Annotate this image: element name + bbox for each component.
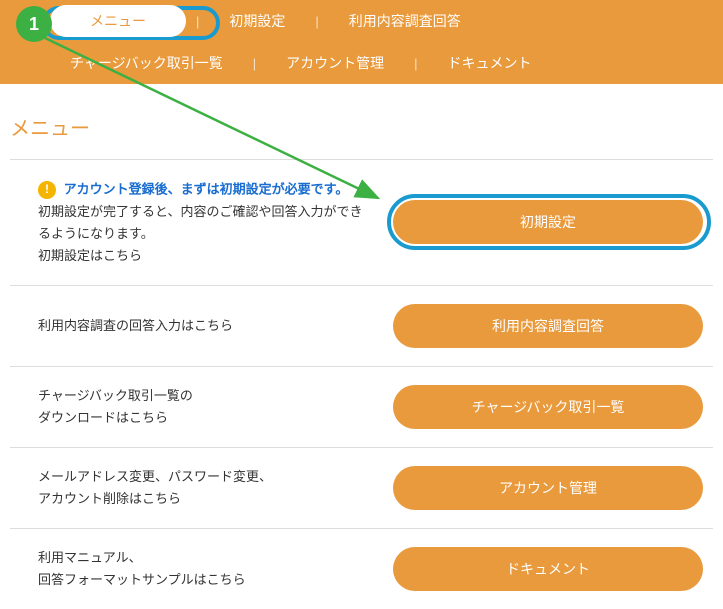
section-desc: 初期設定はこちら xyxy=(38,245,373,267)
step-badge-number: 1 xyxy=(29,14,39,35)
section-text: 利用マニュアル、 回答フォーマットサンプルはこちら xyxy=(10,547,393,591)
section-desc: メールアドレス変更、パスワード変更、 xyxy=(38,466,373,488)
nav-survey[interactable]: 利用内容調査回答 xyxy=(319,11,491,31)
menu-section-account: メールアドレス変更、パスワード変更、 アカウント削除はこちら アカウント管理 xyxy=(10,447,713,528)
header-row-1: メニュー | 初期設定 | 利用内容調査回答 xyxy=(0,0,723,42)
info-icon: ! xyxy=(38,181,56,199)
section-desc: 利用マニュアル、 xyxy=(38,547,373,569)
section-text: メールアドレス変更、パスワード変更、 アカウント削除はこちら xyxy=(10,466,393,510)
menu-section-survey: 利用内容調査の回答入力はこちら 利用内容調査回答 xyxy=(10,285,713,366)
section-action: チャージバック取引一覧 xyxy=(393,385,713,429)
header-nav: 1 メニュー | 初期設定 | 利用内容調査回答 チャージバック取引一覧 | ア… xyxy=(0,0,723,84)
section-text: 利用内容調査の回答入力はこちら xyxy=(10,315,393,337)
menu-section-chargeback: チャージバック取引一覧の ダウンロードはこちら チャージバック取引一覧 xyxy=(10,366,713,447)
menu-section-document: 利用マニュアル、 回答フォーマットサンプルはこちら ドキュメント xyxy=(10,528,713,609)
nav-initial-settings[interactable]: 初期設定 xyxy=(199,11,315,31)
section-action: アカウント管理 xyxy=(393,466,713,510)
section-desc: 回答フォーマットサンプルはこちら xyxy=(38,569,373,591)
section-text: ! アカウント登録後、まずは初期設定が必要です。 初期設定が完了すると、内容のご… xyxy=(10,178,393,267)
nav-document[interactable]: ドキュメント xyxy=(418,53,562,73)
nav-chargeback[interactable]: チャージバック取引一覧 xyxy=(40,53,253,73)
page-title: メニュー xyxy=(0,84,723,159)
section-action: ドキュメント xyxy=(393,547,713,591)
header-row-2: チャージバック取引一覧 | アカウント管理 | ドキュメント xyxy=(0,42,723,84)
chargeback-button[interactable]: チャージバック取引一覧 xyxy=(393,385,703,429)
account-button[interactable]: アカウント管理 xyxy=(393,466,703,510)
section-action: 初期設定 xyxy=(393,200,713,244)
nav-menu[interactable]: メニュー xyxy=(50,5,186,37)
section-desc: 初期設定が完了すると、内容のご確認や回答入力ができるようになります。 xyxy=(38,201,373,245)
section-action: 利用内容調査回答 xyxy=(393,304,713,348)
menu-section-initial-settings: ! アカウント登録後、まずは初期設定が必要です。 初期設定が完了すると、内容のご… xyxy=(10,159,713,285)
nav-account[interactable]: アカウント管理 xyxy=(256,53,414,73)
section-desc: チャージバック取引一覧の xyxy=(38,385,373,407)
section-desc: 利用内容調査の回答入力はこちら xyxy=(38,315,373,337)
survey-button[interactable]: 利用内容調査回答 xyxy=(393,304,703,348)
initial-settings-button[interactable]: 初期設定 xyxy=(393,200,703,244)
info-title: アカウント登録後、まずは初期設定が必要です。 xyxy=(64,182,349,197)
section-desc: ダウンロードはこちら xyxy=(38,407,373,429)
document-button[interactable]: ドキュメント xyxy=(393,547,703,591)
section-desc: アカウント削除はこちら xyxy=(38,488,373,510)
step-badge: 1 xyxy=(16,6,52,42)
section-text: チャージバック取引一覧の ダウンロードはこちら xyxy=(10,385,393,429)
